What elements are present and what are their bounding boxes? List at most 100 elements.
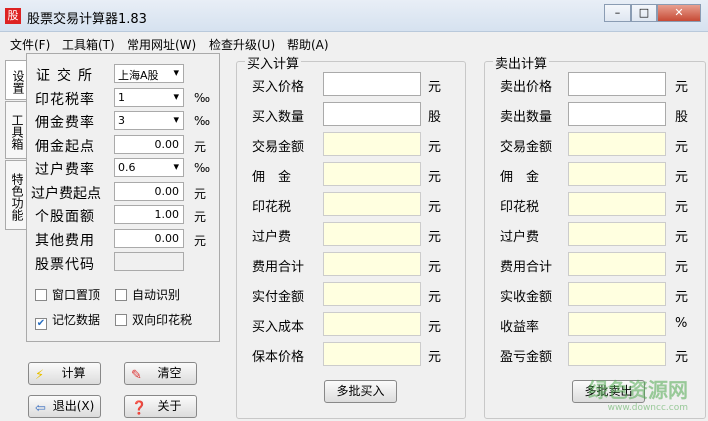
buy-field-unit: 元 <box>428 140 442 155</box>
stock-code-input[interactable] <box>114 252 184 271</box>
buy-field-label: 费用合计 <box>252 260 305 275</box>
about-button[interactable]: ❓ 关于 <box>124 395 197 418</box>
other-fee-unit: 元 <box>194 234 207 248</box>
buy-field-unit: 元 <box>428 350 442 365</box>
buy-group: 买入计算 买入价格元买入数量股交易金额元佣 金元印花税元过户费元费用合计元实付金… <box>236 53 466 419</box>
menu-websites[interactable]: 常用网址(W) <box>127 36 196 53</box>
sell-field-input <box>568 132 666 156</box>
sell-field-label: 费用合计 <box>500 260 553 275</box>
menu-help[interactable]: 帮助(A) <box>287 36 329 53</box>
checkbox-remember-data[interactable]: ✔ 记忆数据 <box>35 311 100 330</box>
buy-field-label: 买入数量 <box>252 110 305 125</box>
clear-label: 清空 <box>157 366 182 380</box>
par-value-input[interactable]: 1.00 <box>114 205 184 224</box>
checkbox-box <box>35 289 47 301</box>
transfer-rate-unit: ‰ <box>194 161 211 175</box>
menu-file[interactable]: 文件(F) <box>10 36 50 53</box>
calculate-label: 计算 <box>61 366 86 380</box>
commission-rate-unit: ‰ <box>194 114 211 128</box>
menu-bar: 文件(F) 工具箱(T) 常用网址(W) 检查升级(U) 帮助(A) <box>0 33 708 53</box>
sell-field-unit: % <box>675 316 688 331</box>
commission-min-input[interactable]: 0.00 <box>114 135 184 154</box>
buy-field-input[interactable] <box>323 102 421 126</box>
calculate-button[interactable]: ⚡ 计算 <box>28 362 101 385</box>
sell-field-label: 过户费 <box>500 230 540 245</box>
sell-field-label: 交易金额 <box>500 140 553 155</box>
buy-field-input <box>323 162 421 186</box>
other-fee-input[interactable]: 0.00 <box>114 229 184 248</box>
about-label: 关于 <box>157 399 182 413</box>
buy-field-label: 交易金额 <box>252 140 305 155</box>
transfer-rate-label: 过户费率 <box>35 162 95 178</box>
sell-field-unit: 元 <box>675 200 689 215</box>
close-button[interactable]: ✕ <box>657 4 701 22</box>
buy-field-label: 佣 金 <box>252 170 292 185</box>
buy-group-title: 买入计算 <box>245 53 302 72</box>
tab-features[interactable]: 特色功能 <box>5 160 27 230</box>
app-icon: 股 <box>5 8 21 24</box>
multi-buy-button[interactable]: 多批买入 <box>324 380 397 403</box>
tab-settings[interactable]: 设置 <box>5 60 27 100</box>
buy-field-unit: 元 <box>428 320 442 335</box>
buy-field-unit: 元 <box>428 260 442 275</box>
buy-field-input <box>323 222 421 246</box>
buy-field-input <box>323 132 421 156</box>
buy-field-label: 过户费 <box>252 230 292 245</box>
buy-field-unit: 元 <box>428 230 442 245</box>
exit-label: 退出(X) <box>52 399 95 413</box>
exchange-label: 证交所 <box>36 68 99 84</box>
checkbox-two-way-stamp[interactable]: 双向印花税 <box>115 311 192 328</box>
sell-field-unit: 元 <box>675 170 689 185</box>
commission-rate-select[interactable]: 3 <box>114 111 184 130</box>
checkbox-label: 记忆数据 <box>52 313 101 327</box>
checkbox-window-top[interactable]: 窗口置顶 <box>35 286 100 303</box>
sell-field-label: 实收金额 <box>500 290 553 305</box>
watermark: 绿色资源网 www.downcc.com <box>588 380 688 417</box>
sell-field-input <box>568 222 666 246</box>
checkbox-auto-detect[interactable]: 自动识别 <box>115 286 180 303</box>
title-bar: 股 股票交易计算器1.83 – □ ✕ <box>0 0 708 32</box>
sell-field-label: 卖出价格 <box>500 80 553 95</box>
window-title: 股票交易计算器1.83 <box>27 12 147 27</box>
menu-toolbox[interactable]: 工具箱(T) <box>62 36 115 53</box>
sell-field-unit: 元 <box>675 230 689 245</box>
sell-field-input[interactable] <box>568 72 666 96</box>
tab-toolbox[interactable]: 工具箱 <box>5 101 27 159</box>
transfer-min-input[interactable]: 0.00 <box>114 182 184 201</box>
sell-field-unit: 元 <box>675 140 689 155</box>
transfer-rate-select[interactable]: 0.6 <box>114 158 184 177</box>
sell-field-unit: 股 <box>675 110 689 125</box>
buy-field-label: 保本价格 <box>252 350 305 365</box>
sell-field-input <box>568 162 666 186</box>
sell-field-unit: 元 <box>675 260 689 275</box>
buy-field-unit: 元 <box>428 170 442 185</box>
sell-field-label: 印花税 <box>500 200 540 215</box>
buy-field-input[interactable] <box>323 72 421 96</box>
sell-field-input <box>568 282 666 306</box>
sell-field-label: 佣 金 <box>500 170 540 185</box>
buy-field-unit: 元 <box>428 200 442 215</box>
checkbox-label: 双向印花税 <box>132 313 193 327</box>
stamp-rate-select[interactable]: 1 <box>114 88 184 107</box>
sell-field-label: 卖出数量 <box>500 110 553 125</box>
transfer-min-unit: 元 <box>194 187 207 201</box>
minimize-button[interactable]: – <box>604 4 631 22</box>
exchange-select[interactable]: 上海A股 <box>114 64 184 83</box>
sell-field-input[interactable] <box>568 102 666 126</box>
clear-button[interactable]: ✎ 清空 <box>124 362 197 385</box>
exit-button[interactable]: ⇦ 退出(X) <box>28 395 101 418</box>
par-value-unit: 元 <box>194 210 207 224</box>
buy-field-label: 买入成本 <box>252 320 305 335</box>
stamp-rate-unit: ‰ <box>194 91 211 105</box>
checkbox-box <box>115 314 127 326</box>
commission-min-label: 佣金起点 <box>35 139 95 155</box>
checkbox-label: 自动识别 <box>132 288 181 302</box>
other-fee-label: 其他费用 <box>35 233 95 249</box>
menu-update[interactable]: 检查升级(U) <box>209 36 275 53</box>
checkbox-box <box>115 289 127 301</box>
buy-field-label: 印花税 <box>252 200 292 215</box>
commission-rate-label: 佣金费率 <box>35 115 95 131</box>
maximize-button[interactable]: □ <box>631 4 657 22</box>
buy-field-input <box>323 282 421 306</box>
sell-group-title: 卖出计算 <box>493 53 550 72</box>
